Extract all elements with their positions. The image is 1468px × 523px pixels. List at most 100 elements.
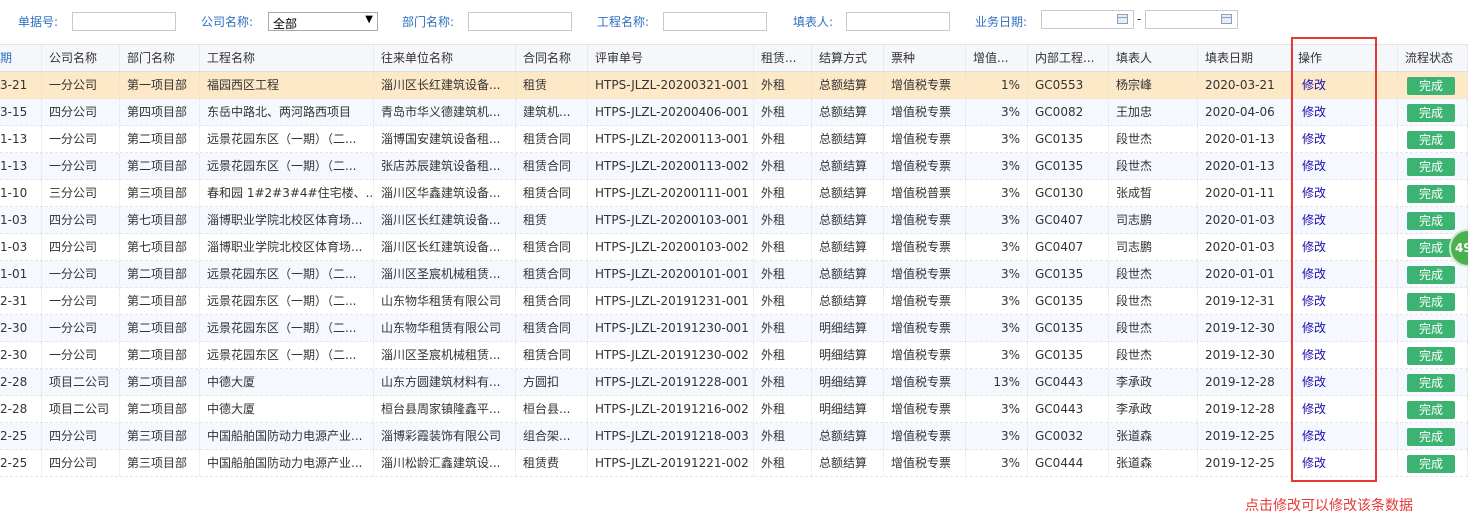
settle-col: 明细结算 bbox=[812, 342, 884, 368]
fill-date-col: 2020-01-01 bbox=[1198, 261, 1291, 287]
header-tax-col[interactable]: 增值... bbox=[966, 45, 1028, 71]
company-col: 一分公司 bbox=[42, 288, 120, 314]
calendar-icon[interactable] bbox=[1117, 14, 1128, 24]
filler-col: 杨宗峰 bbox=[1109, 72, 1198, 98]
status-col: 完成 bbox=[1398, 126, 1468, 152]
status-badge[interactable]: 完成 bbox=[1407, 131, 1455, 149]
status-badge[interactable]: 完成 bbox=[1407, 347, 1455, 365]
edit-link[interactable]: 修改 bbox=[1298, 159, 1326, 173]
status-badge[interactable]: 完成 bbox=[1407, 374, 1455, 392]
header-company-col[interactable]: 公司名称 bbox=[42, 45, 120, 71]
table-row[interactable]: 1-03 四分公司 第七项目部 淄博职业学院北校区体育场... 淄川区长红建筑设备...… bbox=[0, 207, 1468, 234]
edit-link[interactable]: 修改 bbox=[1298, 321, 1326, 335]
date-col: 1-13 bbox=[0, 126, 42, 152]
edit-link[interactable]: 修改 bbox=[1298, 348, 1326, 362]
review-no-col: HTPS-JLZL-20200103-001 bbox=[588, 207, 754, 233]
status-badge[interactable]: 完成 bbox=[1407, 77, 1455, 95]
project-col: 远景花园东区（一期）（二... bbox=[200, 126, 374, 152]
project-col: 远景花园东区（一期）（二... bbox=[200, 315, 374, 341]
contract-col: 组合架... bbox=[516, 423, 588, 449]
invoice-col: 增值税专票 bbox=[884, 369, 966, 395]
header-dept-col[interactable]: 部门名称 bbox=[120, 45, 200, 71]
action-col: 修改 bbox=[1291, 180, 1398, 206]
header-review-no-col[interactable]: 评审单号 bbox=[588, 45, 754, 71]
table-row[interactable]: 2-28 项目二公司 第二项目部 中德大厦 山东方圆建筑材料有... 方圆扣 HTPS-JL… bbox=[0, 369, 1468, 396]
edit-link[interactable]: 修改 bbox=[1298, 294, 1326, 308]
header-project-col[interactable]: 工程名称 bbox=[200, 45, 374, 71]
header-filler-col[interactable]: 填表人 bbox=[1109, 45, 1198, 71]
invoice-col: 增值税专票 bbox=[884, 126, 966, 152]
table-row[interactable]: 2-31 一分公司 第二项目部 远景花园东区（一期）（二... 山东物华租赁有限公司 租赁… bbox=[0, 288, 1468, 315]
table-row[interactable]: 2-25 四分公司 第三项目部 中国船舶国防动力电源产业... 淄川松龄汇鑫建筑设...… bbox=[0, 450, 1468, 477]
date-start-input[interactable] bbox=[1041, 10, 1134, 29]
dept-input[interactable] bbox=[468, 12, 572, 31]
header-action-col[interactable]: 操作 bbox=[1291, 45, 1398, 71]
table-row[interactable]: 2-30 一分公司 第二项目部 远景花园东区（一期）（二... 淄川区圣宸机械租赁...… bbox=[0, 342, 1468, 369]
project-input[interactable] bbox=[663, 12, 767, 31]
status-badge[interactable]: 完成 bbox=[1407, 455, 1455, 473]
table-row[interactable]: 2-30 一分公司 第二项目部 远景花园东区（一期）（二... 山东物华租赁有限公司 租赁… bbox=[0, 315, 1468, 342]
status-badge[interactable]: 完成 bbox=[1407, 320, 1455, 338]
header-internal-proj-col[interactable]: 内部工程... bbox=[1028, 45, 1109, 71]
settle-col: 总额结算 bbox=[812, 72, 884, 98]
edit-link[interactable]: 修改 bbox=[1298, 186, 1326, 200]
header-settle-col[interactable]: 结算方式 bbox=[812, 45, 884, 71]
fill-date-col: 2019-12-28 bbox=[1198, 369, 1291, 395]
table-row[interactable]: 2-28 项目二公司 第二项目部 中德大厦 桓台县周家镇隆鑫平... 桓台县... HTPS… bbox=[0, 396, 1468, 423]
status-badge[interactable]: 完成 bbox=[1407, 401, 1455, 419]
table-row[interactable]: 2-25 四分公司 第三项目部 中国船舶国防动力电源产业... 淄博彩霞装饰有限公司 组合… bbox=[0, 423, 1468, 450]
header-fill-date-col[interactable]: 填表日期 bbox=[1198, 45, 1291, 71]
tax-col: 3% bbox=[966, 180, 1028, 206]
filler-label: 填表人: bbox=[793, 15, 834, 29]
status-badge[interactable]: 完成 bbox=[1407, 158, 1455, 176]
calendar-icon[interactable] bbox=[1221, 14, 1232, 24]
status-badge[interactable]: 完成 bbox=[1407, 185, 1455, 203]
contract-col: 租赁合同 bbox=[516, 261, 588, 287]
header-contract-col[interactable]: 合同名称 bbox=[516, 45, 588, 71]
status-badge[interactable]: 完成 bbox=[1407, 428, 1455, 446]
edit-link[interactable]: 修改 bbox=[1298, 429, 1326, 443]
table-row[interactable]: 1-10 三分公司 第三项目部 春和园 1#2#3#4#住宅楼、... 淄川区华鑫建筑设… bbox=[0, 180, 1468, 207]
header-partner-col[interactable]: 往来单位名称 bbox=[374, 45, 516, 71]
edit-link[interactable]: 修改 bbox=[1298, 402, 1326, 416]
status-badge[interactable]: 完成 bbox=[1407, 212, 1455, 230]
action-col: 修改 bbox=[1291, 153, 1398, 179]
invoice-col: 增值税专票 bbox=[884, 207, 966, 233]
table-row[interactable]: 1-13 一分公司 第二项目部 远景花园东区（一期）（二... 张店苏辰建筑设备租...… bbox=[0, 153, 1468, 180]
header-lease-col[interactable]: 租赁... bbox=[754, 45, 812, 71]
header-invoice-col[interactable]: 票种 bbox=[884, 45, 966, 71]
edit-link[interactable]: 修改 bbox=[1298, 456, 1326, 470]
status-badge[interactable]: 完成 bbox=[1407, 239, 1455, 257]
status-badge[interactable]: 完成 bbox=[1407, 266, 1455, 284]
edit-link[interactable]: 修改 bbox=[1298, 213, 1326, 227]
settle-col: 总额结算 bbox=[812, 261, 884, 287]
internal-proj-col: GC0135 bbox=[1028, 342, 1109, 368]
doc-no-input[interactable] bbox=[72, 12, 176, 31]
edit-link[interactable]: 修改 bbox=[1298, 240, 1326, 254]
project-label: 工程名称: bbox=[597, 15, 650, 29]
header-status-col[interactable]: 流程状态 bbox=[1398, 45, 1468, 71]
edit-link[interactable]: 修改 bbox=[1298, 105, 1326, 119]
lease-col: 外租 bbox=[754, 72, 812, 98]
internal-proj-col: GC0135 bbox=[1028, 126, 1109, 152]
table-row[interactable]: 3-15 四分公司 第四项目部 东岳中路北、两河路西项目 青岛市华义德建筑机... 建筑机… bbox=[0, 99, 1468, 126]
table-row[interactable]: 1-13 一分公司 第二项目部 远景花园东区（一期）（二... 淄博国安建筑设备租...… bbox=[0, 126, 1468, 153]
date-end-input[interactable] bbox=[1145, 10, 1238, 29]
header-date-col[interactable]: 期 bbox=[0, 45, 42, 71]
invoice-col: 增值税专票 bbox=[884, 72, 966, 98]
edit-link[interactable]: 修改 bbox=[1298, 78, 1326, 92]
company-col: 四分公司 bbox=[42, 207, 120, 233]
edit-link[interactable]: 修改 bbox=[1298, 375, 1326, 389]
table-row[interactable]: 1-01 一分公司 第二项目部 远景花园东区（一期）（二... 淄川区圣宸机械租赁...… bbox=[0, 261, 1468, 288]
edit-link[interactable]: 修改 bbox=[1298, 267, 1326, 281]
settle-col: 总额结算 bbox=[812, 423, 884, 449]
status-badge[interactable]: 完成 bbox=[1407, 104, 1455, 122]
tax-col: 3% bbox=[966, 342, 1028, 368]
edit-link[interactable]: 修改 bbox=[1298, 132, 1326, 146]
filler-input[interactable] bbox=[846, 12, 950, 31]
table-row[interactable]: 3-21 一分公司 第一项目部 福园西区工程 淄川区长红建筑设备... 租赁 HTPS-JL… bbox=[0, 72, 1468, 99]
date-col: 3-15 bbox=[0, 99, 42, 125]
status-badge[interactable]: 完成 bbox=[1407, 293, 1455, 311]
company-select[interactable]: 全部 ▼ bbox=[268, 12, 378, 31]
table-row[interactable]: 1-03 四分公司 第七项目部 淄博职业学院北校区体育场... 淄川区长红建筑设备...… bbox=[0, 234, 1468, 261]
